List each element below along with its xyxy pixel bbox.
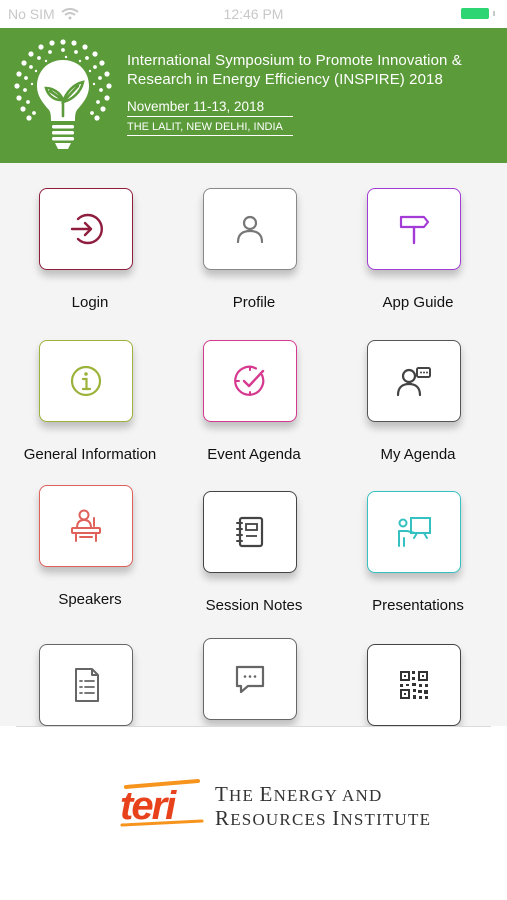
login-button[interactable] xyxy=(39,188,133,270)
clock-check-icon xyxy=(234,365,265,396)
my-agenda-button[interactable] xyxy=(367,340,461,422)
feedback-button[interactable] xyxy=(203,638,297,720)
chat-bubble-icon xyxy=(235,665,265,694)
app-guide-button[interactable] xyxy=(367,188,461,270)
profile-icon xyxy=(236,215,264,244)
login-label: Login xyxy=(71,294,109,311)
event-dates: November 11-13, 2018 xyxy=(127,99,293,117)
presentation-board-icon xyxy=(398,517,431,547)
session-notes-label: Session Notes xyxy=(205,597,303,614)
status-time: 12:46 PM xyxy=(223,6,284,22)
event-agenda-button[interactable] xyxy=(203,340,297,422)
teri-line-2: RESOURCES INSTITUTE xyxy=(215,806,432,830)
speaker-podium-icon xyxy=(71,509,101,542)
lightbulb-leaf-icon xyxy=(14,39,112,149)
qr-code-button[interactable] xyxy=(367,644,461,726)
signpost-icon xyxy=(399,215,430,245)
notebook-icon xyxy=(236,516,264,548)
presentations-label: Presentations xyxy=(372,597,464,614)
profile-label: Profile xyxy=(232,294,276,311)
presentations-button[interactable] xyxy=(367,491,461,573)
general-information-label: General Information xyxy=(23,446,157,463)
checklist-icon xyxy=(75,668,99,702)
event-title: International Symposium to Promote Innov… xyxy=(127,52,462,88)
my-agenda-label: My Agenda xyxy=(380,446,456,463)
teri-institute-name: THE ENERGY AND RESOURCES INSTITUTE xyxy=(215,783,431,831)
info-icon xyxy=(70,365,102,397)
speakers-label: Speakers xyxy=(58,591,122,608)
presenter-board-icon xyxy=(396,367,431,397)
footer: teri THE ENERGY AND RESOURCES INSTITUTE xyxy=(0,727,507,900)
general-information-button[interactable] xyxy=(39,340,133,422)
event-venue: THE LALIT, NEW DELHI, INDIA xyxy=(127,121,293,136)
teri-line-1: THE ENERGY AND xyxy=(215,782,383,806)
battery-icon xyxy=(461,8,495,19)
speakers-button[interactable] xyxy=(39,485,133,567)
event-header: International Symposium to Promote Innov… xyxy=(0,28,507,163)
menu-grid: Login Profile App Guide General Informat… xyxy=(0,163,507,726)
teri-logo: teri xyxy=(120,779,204,828)
qr-code-icon xyxy=(400,671,428,699)
status-bar: No SIM 12:46 PM xyxy=(0,0,507,28)
login-icon xyxy=(70,213,103,245)
session-notes-button[interactable] xyxy=(203,491,297,573)
event-agenda-label: Event Agenda xyxy=(207,446,301,463)
profile-button[interactable] xyxy=(203,188,297,270)
survey-button[interactable] xyxy=(39,644,133,726)
app-guide-label: App Guide xyxy=(382,294,454,311)
